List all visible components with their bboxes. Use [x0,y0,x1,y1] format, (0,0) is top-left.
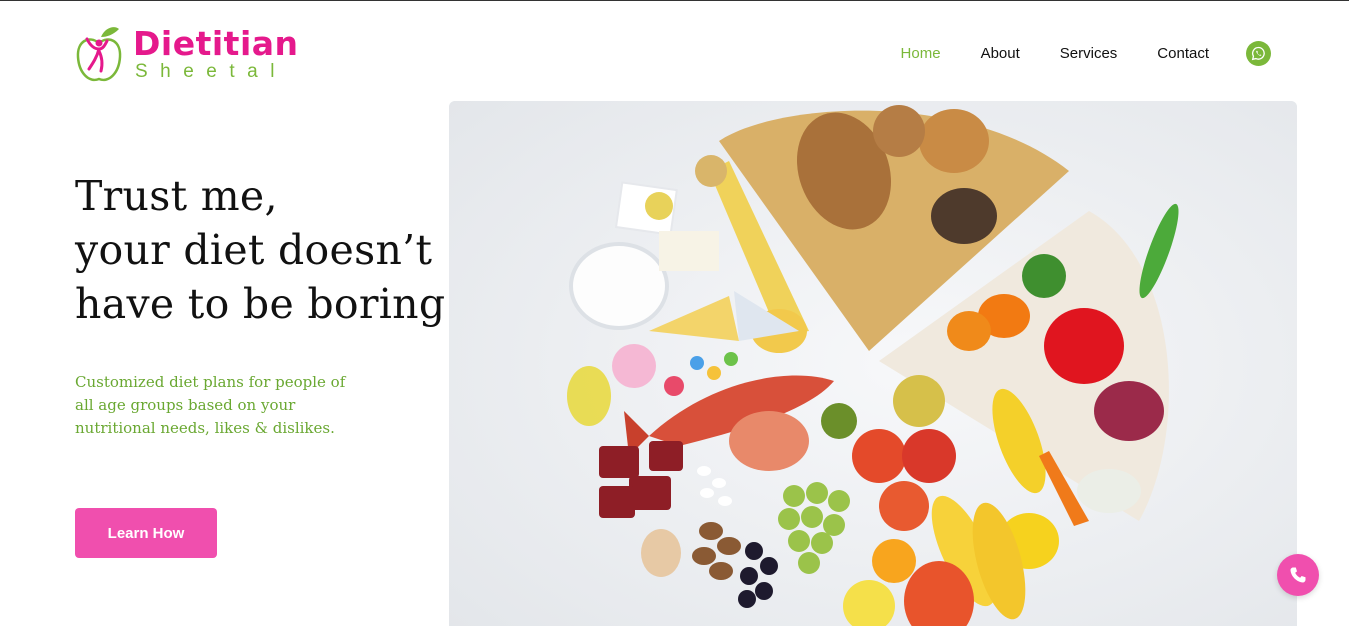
nav-contact[interactable]: Contact [1157,44,1209,64]
hero-headline: Trust me, your diet doesn’t have to be b… [75,169,459,331]
learn-how-button[interactable]: Learn How [75,508,217,558]
food-platter-photo [449,101,1297,626]
call-button[interactable] [1277,554,1319,596]
headline-line-1: Trust me, [75,172,278,220]
brand-logo[interactable]: Dietitian Sheetal [75,23,305,85]
headline-line-2: your diet doesn’t [75,226,433,274]
page: Dietitian Sheetal Home About Services Co… [0,0,1349,626]
nav-about[interactable]: About [981,44,1020,64]
nav-services[interactable]: Services [1060,44,1118,64]
hero-food-image [449,101,1297,626]
brand-title: Dietitian [133,24,299,63]
nav-home[interactable]: Home [901,44,941,64]
headline-line-3: have to be boring. [75,280,459,328]
whatsapp-button[interactable] [1246,41,1271,66]
apple-person-icon [76,27,122,82]
whatsapp-icon [1251,46,1265,61]
hero-tagline: Customized diet plans for people of all … [75,373,346,437]
main-nav: Home About Services Contact [861,41,1271,66]
phone-icon [1290,567,1306,583]
brand-subtitle: Sheetal [135,61,287,82]
